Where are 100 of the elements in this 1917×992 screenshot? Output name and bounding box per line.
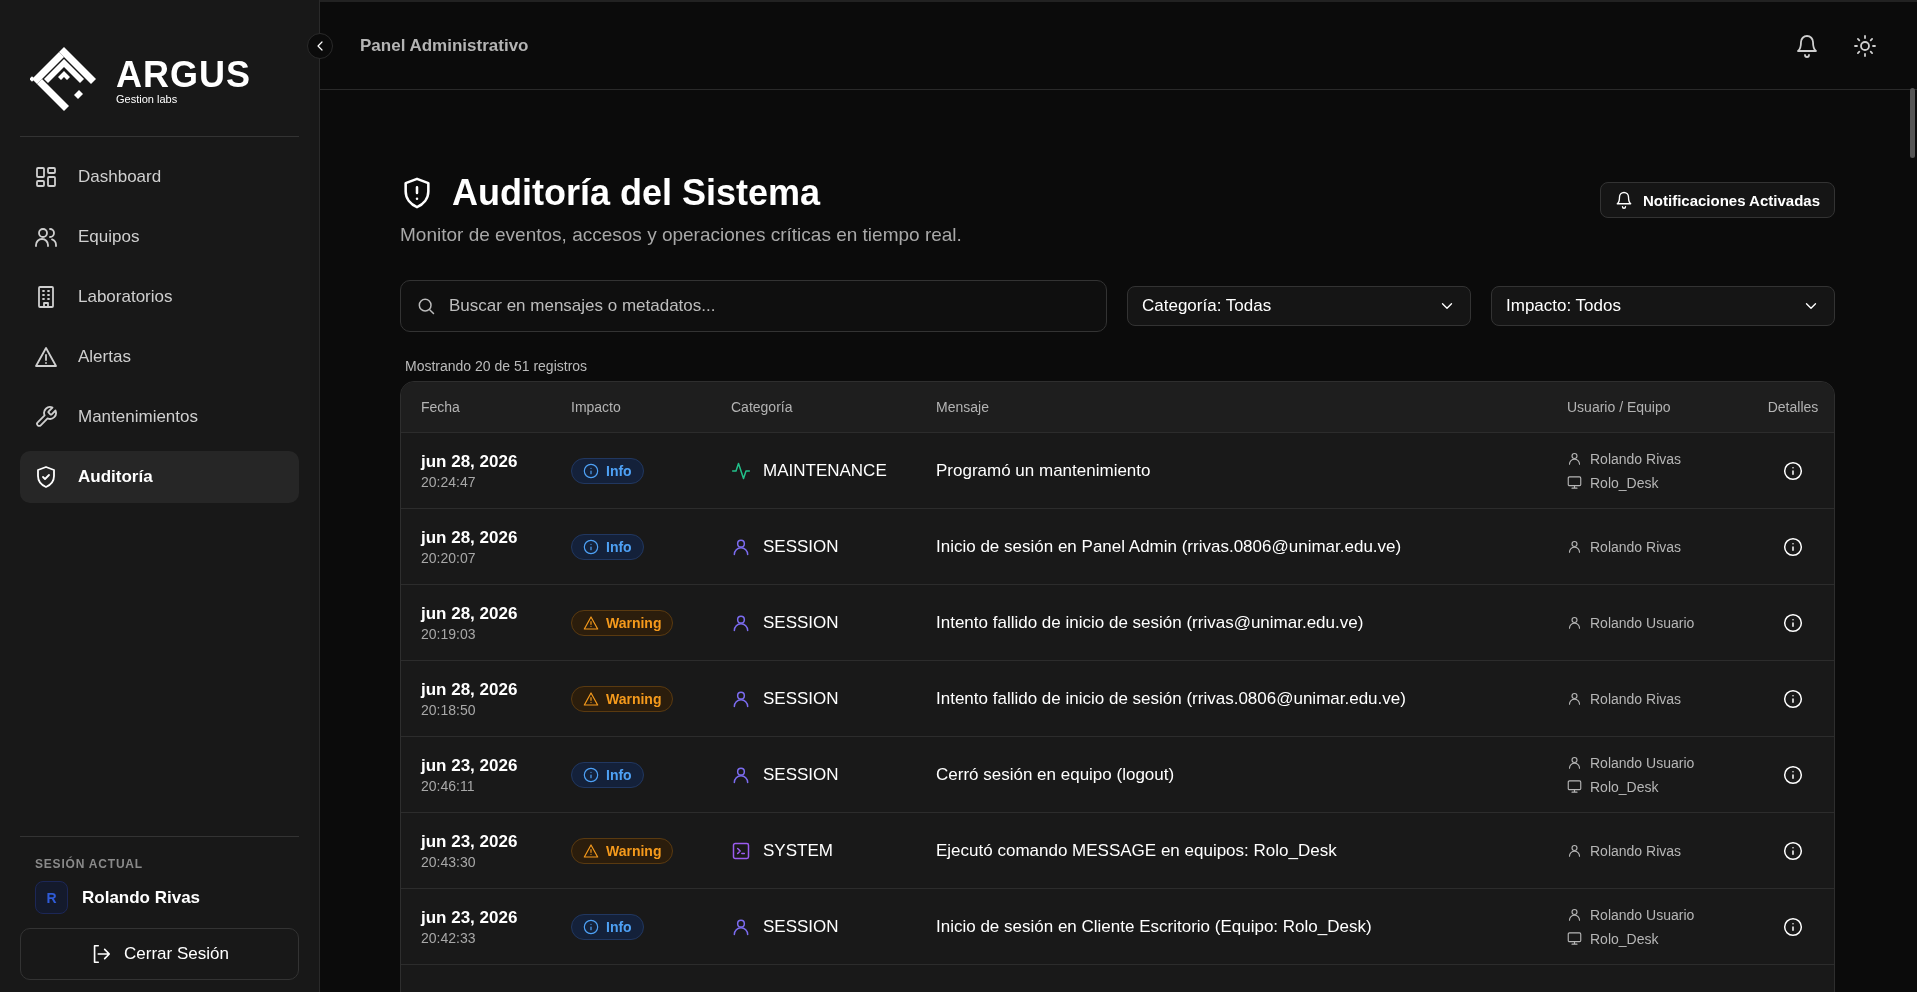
date-text: jun 28, 2026 <box>421 603 519 624</box>
nav-icon <box>34 225 58 249</box>
nav-icon <box>34 345 58 369</box>
column-header: Detalles <box>1766 399 1820 415</box>
impact-badge: Info <box>571 457 644 484</box>
user-name: Rolando Rivas <box>82 887 201 908</box>
info-icon <box>583 766 599 783</box>
date-text: jun 23, 2026 <box>421 755 519 776</box>
nav-item[interactable]: Auditoría <box>20 451 299 503</box>
category-text: SESSION <box>763 612 839 633</box>
collapse-button[interactable] <box>307 33 333 59</box>
column-header: Impacto <box>571 399 622 415</box>
info-icon <box>1783 536 1803 557</box>
info-icon <box>1783 840 1803 861</box>
category-text: SESSION <box>763 916 839 937</box>
time-text: 20:19:03 <box>421 625 477 642</box>
message-text: Inicio de sesión en Panel Admin (rrivas.0806@unimar.edu.ve) <box>936 536 1403 557</box>
user-icon <box>1567 755 1582 770</box>
details-button[interactable] <box>1783 764 1803 785</box>
details-button[interactable] <box>1783 612 1803 633</box>
nav-item[interactable]: Dashboard <box>20 151 299 203</box>
impact-badge: Warning <box>571 837 674 864</box>
details-button[interactable] <box>1783 460 1803 481</box>
user-text: Rolando Usuario <box>1590 906 1695 923</box>
notifications-status-button[interactable]: Notificaciones Activadas <box>1600 182 1835 218</box>
user-text: Rolando Rivas <box>1590 690 1682 707</box>
nav-item[interactable]: Mantenimientos <box>20 391 299 443</box>
column-header: Usuario / Equipo <box>1567 399 1672 415</box>
info-icon <box>583 538 599 555</box>
search-icon <box>416 296 436 316</box>
logout-button[interactable]: Cerrar Sesión <box>20 928 299 980</box>
section-label: SESIÓN ACTUAL <box>34 857 144 871</box>
date-text: jun 23, 2026 <box>421 907 519 928</box>
date-text: jun 28, 2026 <box>421 679 519 700</box>
category-text: SESSION <box>763 688 839 709</box>
info-icon <box>1783 460 1803 481</box>
category-text: MAINTENANCE <box>763 460 887 481</box>
message-text: Intento fallido de inicio de sesión (rrivas.0806@unimar.edu.ve) <box>936 688 1407 709</box>
message-text: Programó un mantenimiento <box>936 460 1152 481</box>
info-icon <box>1783 916 1803 937</box>
category-text: SYSTEM <box>763 840 833 861</box>
user-icon <box>1567 691 1582 706</box>
device-text: Rolo_Desk <box>1590 778 1659 795</box>
filter-dropdown[interactable]: Categoría: Todas <box>1127 286 1471 326</box>
nav-item[interactable]: Alertas <box>20 331 299 383</box>
column-header: Fecha <box>421 399 461 415</box>
time-text: 20:20:07 <box>421 549 477 566</box>
impact-badge: Info <box>571 533 644 560</box>
details-button[interactable] <box>1783 916 1803 937</box>
details-button[interactable] <box>1783 840 1803 861</box>
sun-icon <box>1853 33 1877 58</box>
user-text: Rolando Rivas <box>1590 538 1682 555</box>
time-text: 20:43:30 <box>421 853 477 870</box>
details-button[interactable] <box>1783 688 1803 709</box>
user-text: Rolando Rivas <box>1590 450 1682 467</box>
nav-icon <box>34 165 58 189</box>
category-text: SESSION <box>763 536 839 557</box>
monitor-icon <box>1567 475 1582 490</box>
time-text: 20:18:50 <box>421 701 477 718</box>
info-icon <box>1783 688 1803 709</box>
warning-icon <box>583 842 599 859</box>
date-text: jun 23, 2026 <box>421 831 519 852</box>
scrollbar-thumb[interactable] <box>1910 88 1915 158</box>
notifications-button[interactable] <box>1795 33 1819 58</box>
message-text: Ejecutó comando MESSAGE en equipos: Rolo_Desk <box>936 840 1338 861</box>
column-header: Mensaje <box>936 399 990 415</box>
nav-icon <box>34 465 58 489</box>
user-text: Rolando Usuario <box>1590 614 1695 631</box>
warning-icon <box>583 690 599 707</box>
bell-icon <box>1615 191 1633 209</box>
record-count: Mostrando 20 de 51 registros <box>405 358 589 374</box>
time-text: 20:46:11 <box>421 777 476 794</box>
time-text: 20:42:33 <box>421 929 477 946</box>
impact-badge: Warning <box>571 609 674 636</box>
nav-item[interactable]: Laboratorios <box>20 271 299 323</box>
monitor-icon <box>1567 931 1582 946</box>
theme-toggle-button[interactable] <box>1853 33 1877 58</box>
device-text: Rolo_Desk <box>1590 474 1659 491</box>
info-icon <box>583 462 599 479</box>
details-button[interactable] <box>1783 536 1803 557</box>
user-icon <box>1567 451 1582 466</box>
nav-icon <box>34 405 58 429</box>
user-icon <box>1567 907 1582 922</box>
bell-icon <box>1795 33 1819 58</box>
device-text: Rolo_Desk <box>1590 930 1659 947</box>
user-icon <box>1567 615 1582 630</box>
page-title: Auditoría del Sistema <box>452 172 821 214</box>
user-avatar: R <box>35 881 68 914</box>
date-text: jun 28, 2026 <box>421 451 519 472</box>
date-text: jun 28, 2026 <box>421 527 519 548</box>
impact-badge: Warning <box>571 685 674 712</box>
info-icon <box>583 918 599 935</box>
filter-dropdown[interactable]: Impacto: Todos <box>1491 286 1835 326</box>
user-icon <box>1567 539 1582 554</box>
time-text: 20:24:47 <box>421 473 477 490</box>
column-header: Categoría <box>731 399 794 415</box>
monitor-icon <box>1567 779 1582 794</box>
nav-item[interactable]: Equipos <box>20 211 299 263</box>
impact-badge: Info <box>571 761 644 788</box>
search-field[interactable]: Buscar en mensajes o metadatos... <box>400 280 1107 332</box>
